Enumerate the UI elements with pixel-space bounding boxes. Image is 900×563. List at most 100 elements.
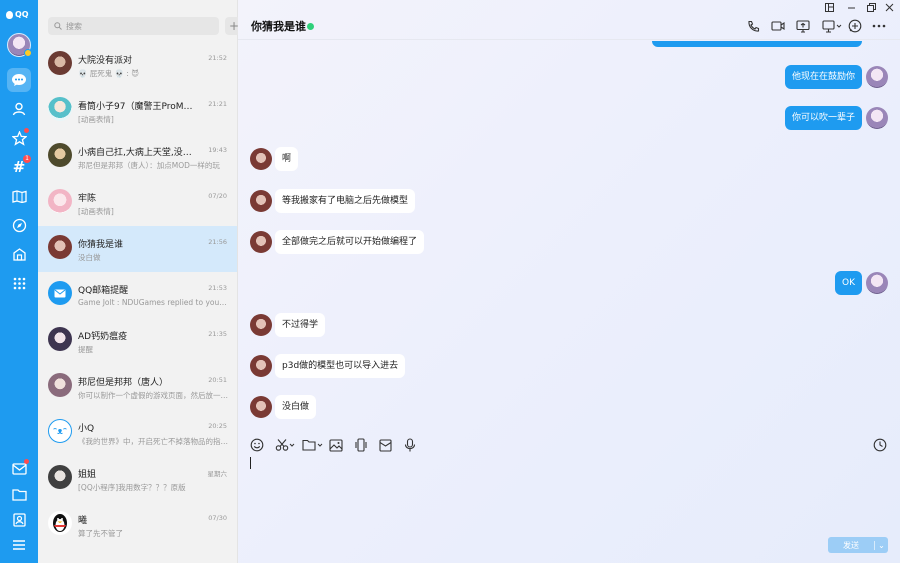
avatar[interactable] [250,190,272,212]
screenshot-icon[interactable] [275,437,297,453]
history-icon[interactable] [873,437,887,453]
online-status-dot [24,49,32,57]
message-list: 他现在在鼓励你 你可以吹一辈子 啊 等我搬家有了电脑之后先做模型 全部做完之后就… [238,41,900,431]
explore-icon[interactable] [7,213,31,237]
message-row: 你可以吹一辈子 [238,103,900,133]
contacts-icon[interactable] [7,97,31,121]
favorites-icon[interactable] [7,126,31,150]
favorites-badge [24,128,29,133]
avatar [48,143,72,167]
conversation-item[interactable]: 小病自己扛,大病上天堂,没病… 19:43 邦尼但是邦邦（唐人）：加点MOD一样… [38,134,237,180]
message-input[interactable] [250,457,251,469]
message-bubble[interactable]: 没白做 [275,395,317,419]
pin-window-icon[interactable] [825,3,834,15]
game-icon[interactable] [7,184,31,208]
message-row: 他现在在鼓励你 [238,62,900,92]
message-bubble[interactable]: 他现在在鼓励你 [784,65,862,89]
conversation-preview: 💀 屁死鬼 💀 : 😈 [78,69,140,78]
avatar[interactable] [250,396,272,418]
conversation-name: 看筒小子97（魔警王ProMax… [78,102,198,112]
message-bubble[interactable]: OK [835,271,862,295]
apps-icon[interactable] [7,242,31,266]
conversation-item[interactable]: 你猜我是谁 21:56 没白做 [38,226,237,272]
channel-badge: 1 [23,155,31,163]
message-bubble[interactable]: 全部做完之后就可以开始做编程了 [275,230,425,254]
menu-icon[interactable] [7,533,31,557]
conversation-name: 大院没有派对 [78,56,133,66]
avatar[interactable] [866,107,888,129]
screen-share-icon[interactable] [795,18,811,34]
my-avatar[interactable] [7,33,32,57]
conversation-item[interactable]: 大院没有派对 21:52 💀 屁死鬼 💀 : 😈 [38,42,237,88]
message-bubble[interactable]: 不过得学 [275,313,326,337]
image-icon[interactable] [329,437,343,453]
chat-title: 你猜我是谁 [251,20,306,33]
logo-text: QQ [15,10,29,19]
avatar[interactable] [866,66,888,88]
conversation-preview: 《我的世界》中，开启死亡不掉落物品的指… [78,437,228,446]
video-call-icon[interactable] [770,18,786,34]
conversation-item[interactable]: 看筒小子97（魔警王ProMax… 21:21 [动画表情] [38,88,237,134]
conversation-item[interactable]: 姐姐 星期六 [QQ小程序]我用数字？？？原版 [38,456,237,502]
conversation-time: 07/20 [208,192,227,200]
emoji-icon[interactable] [250,437,264,453]
avatar: ᵔᴥᵔ [48,419,72,443]
mail-icon[interactable] [7,457,31,481]
conversation-preview: 算了先不管了 [78,529,123,538]
search-input[interactable]: 搜索 [48,17,219,35]
avatar[interactable] [866,272,888,294]
conversation-item[interactable]: 邦尼但是邦邦（唐人） 20:51 你可以制作一个虚假的游戏页面，然后放一… [38,364,237,410]
nav-rail: QQ # 1 [0,0,38,563]
microphone-icon[interactable] [404,437,416,453]
send-button[interactable]: 发送 ⌄ [828,537,888,553]
chevron-down-icon[interactable]: ⌄ [874,540,888,550]
message-bubble[interactable]: 你可以吹一辈子 [784,106,862,130]
minimize-button[interactable] [847,3,856,15]
shake-icon[interactable] [354,437,368,453]
message-bubble[interactable]: p3d做的模型也可以导入进去 [275,354,406,378]
message-row: p3d做的模型也可以导入进去 [238,351,900,381]
more-apps-icon[interactable] [7,271,31,295]
conversation-item[interactable]: 曦 07/30 算了先不管了 [38,502,237,548]
folder-icon[interactable] [302,437,326,453]
message-bubble[interactable]: 啊 [275,147,299,171]
avatar [48,235,72,259]
conversation-list: 搜索 + 大院没有派对 21:52 💀 屁死鬼 💀 : 😈 看筒小子97（魔警王… [38,0,243,563]
more-icon[interactable] [871,18,887,34]
avatar[interactable] [250,148,272,170]
conversation-time: 20:25 [208,422,227,430]
conversation-name: 你猜我是谁 [78,240,124,250]
avatar[interactable] [250,314,272,336]
maximize-button[interactable] [867,3,876,15]
search-icon [54,22,62,30]
avatar[interactable] [250,231,272,253]
avatar[interactable] [250,355,272,377]
conversation-item[interactable]: QQ邮箱提醒 21:53 Game Jolt : NDUGames replie… [38,272,237,318]
conversation-time: 19:43 [208,146,227,154]
message-icon[interactable] [7,68,31,92]
add-member-icon[interactable] [847,18,863,34]
message-bubble[interactable]: 等我搬家有了电脑之后先做模型 [275,189,416,213]
id-card-icon[interactable] [7,508,31,532]
conversation-name: QQ邮箱提醒 [78,286,129,296]
conversation-preview: 没白做 [78,253,101,262]
chat-panel: 你猜我是谁 他现在在鼓励你 你可以吹一辈子 啊 等我搬家有了电脑之后先做模型 全… [238,0,900,563]
conversation-time: 21:53 [208,284,227,292]
message-row: 啊 [238,144,900,174]
conversation-item[interactable]: AD钙奶瘟疫 21:35 提醒 [38,318,237,364]
conversation-item[interactable]: ᵔᴥᵔ 小Q 20:25 《我的世界》中，开启死亡不掉落物品的指… [38,410,237,456]
search-placeholder: 搜索 [66,21,82,31]
conversation-item[interactable]: 牢陈 07/20 [动画表情] [38,180,237,226]
folder-icon[interactable] [7,482,31,506]
conversation-time: 21:21 [208,100,227,108]
channel-icon[interactable]: # 1 [7,155,31,179]
red-packet-icon[interactable] [379,437,392,453]
search-bar: 搜索 + [48,17,243,35]
conversation-time: 21:35 [208,330,227,338]
close-button[interactable] [885,3,894,15]
remote-assist-icon[interactable] [821,18,843,34]
voice-call-icon[interactable] [745,18,761,34]
conversation-name: 姐姐 [78,470,97,480]
conversation-name: 邦尼但是邦邦（唐人） [78,378,169,388]
message-row: 等我搬家有了电脑之后先做模型 [238,186,900,216]
